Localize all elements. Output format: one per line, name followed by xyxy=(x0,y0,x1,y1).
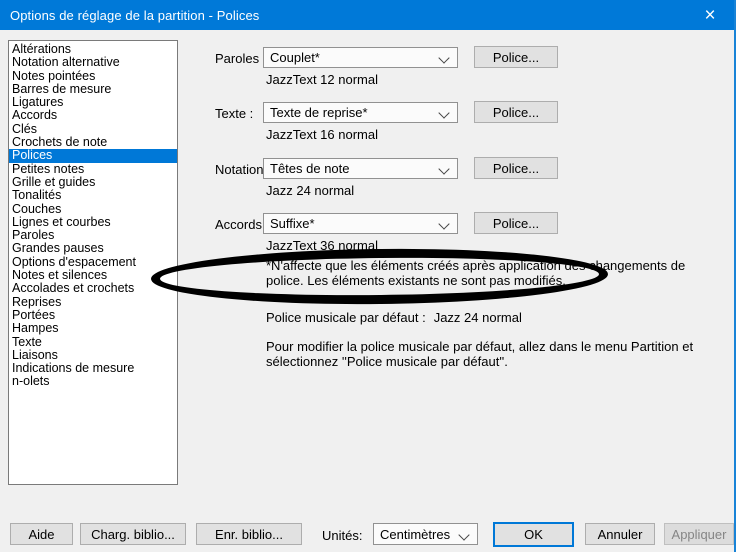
window-title: Options de réglage de la partition - Pol… xyxy=(10,8,259,23)
notation-police-button[interactable]: Police... xyxy=(474,157,558,179)
chevron-down-icon xyxy=(458,529,469,540)
accords-style-combobox[interactable]: Suffixe* xyxy=(263,213,458,234)
paroles-font-info: JazzText 12 normal xyxy=(266,72,378,87)
paroles-label: Paroles : xyxy=(215,51,266,66)
category-item[interactable]: Liaisons xyxy=(9,349,177,362)
category-item[interactable]: Portées xyxy=(9,309,177,322)
help-button[interactable]: Aide xyxy=(10,523,73,545)
accords-style-value: Suffixe* xyxy=(270,216,315,231)
category-item[interactable]: Notes et silences xyxy=(9,269,177,282)
dialog-window: Options de réglage de la partition - Pol… xyxy=(0,0,736,552)
save-library-button[interactable]: Enr. biblio... xyxy=(196,523,302,545)
notation-font-info: Jazz 24 normal xyxy=(266,183,354,198)
ok-button[interactable]: OK xyxy=(493,522,574,547)
titlebar: Options de réglage de la partition - Pol… xyxy=(0,0,734,30)
texte-font-info: JazzText 16 normal xyxy=(266,127,378,142)
default-font-hint-line2: sélectionnez ''Police musicale par défau… xyxy=(266,354,693,369)
category-item[interactable]: Reprises xyxy=(9,296,177,309)
asterisk-note-line2: police. Les éléments existants ne sont p… xyxy=(266,273,685,288)
notation-style-value: Têtes de note xyxy=(270,161,350,176)
paroles-police-button[interactable]: Police... xyxy=(474,46,558,68)
font-row-accords: Accords : Suffixe* Police... JazzText 36… xyxy=(0,213,736,263)
chevron-down-icon xyxy=(438,107,449,118)
category-item[interactable]: n-olets xyxy=(9,375,177,388)
category-item[interactable]: Accolades et crochets xyxy=(9,282,177,295)
texte-label: Texte : xyxy=(215,106,253,121)
category-item[interactable]: Texte xyxy=(9,336,177,349)
default-music-font-line: Police musicale par défaut : Jazz 24 norm… xyxy=(266,310,522,325)
asterisk-note: *N'affecte que les éléments créés après … xyxy=(266,258,685,288)
texte-police-button[interactable]: Police... xyxy=(474,101,558,123)
default-music-font-label: Police musicale par défaut : xyxy=(266,310,426,325)
accords-police-button[interactable]: Police... xyxy=(474,212,558,234)
category-item[interactable]: Indications de mesure xyxy=(9,362,177,375)
font-row-paroles: Paroles : Couplet* Police... JazzText 12… xyxy=(0,47,736,97)
category-item[interactable]: Hampes xyxy=(9,322,177,335)
texte-style-combobox[interactable]: Texte de reprise* xyxy=(263,102,458,123)
load-library-button[interactable]: Charg. biblio... xyxy=(80,523,186,545)
units-value: Centimètres xyxy=(380,527,450,542)
font-row-notation: Notation : Têtes de note Police... Jazz … xyxy=(0,158,736,208)
chevron-down-icon xyxy=(438,218,449,229)
paroles-style-combobox[interactable]: Couplet* xyxy=(263,47,458,68)
paroles-style-value: Couplet* xyxy=(270,50,320,65)
apply-button-disabled: Appliquer xyxy=(664,523,734,545)
accords-label: Accords : xyxy=(215,217,269,232)
default-font-hint-line1: Pour modifier la police musicale par déf… xyxy=(266,339,693,354)
cancel-button[interactable]: Annuler xyxy=(585,523,655,545)
default-music-font-value: Jazz 24 normal xyxy=(434,310,522,325)
close-icon[interactable]: × xyxy=(688,0,732,30)
texte-style-value: Texte de reprise* xyxy=(270,105,368,120)
asterisk-note-line1: *N'affecte que les éléments créés après … xyxy=(266,258,685,273)
chevron-down-icon xyxy=(438,163,449,174)
units-combobox[interactable]: Centimètres xyxy=(373,523,478,545)
units-label: Unités: xyxy=(322,528,362,543)
chevron-down-icon xyxy=(438,52,449,63)
font-row-texte: Texte : Texte de reprise* Police... Jazz… xyxy=(0,102,736,152)
default-font-hint: Pour modifier la police musicale par déf… xyxy=(266,339,693,369)
accords-font-info: JazzText 36 normal xyxy=(266,238,378,253)
notation-style-combobox[interactable]: Têtes de note xyxy=(263,158,458,179)
